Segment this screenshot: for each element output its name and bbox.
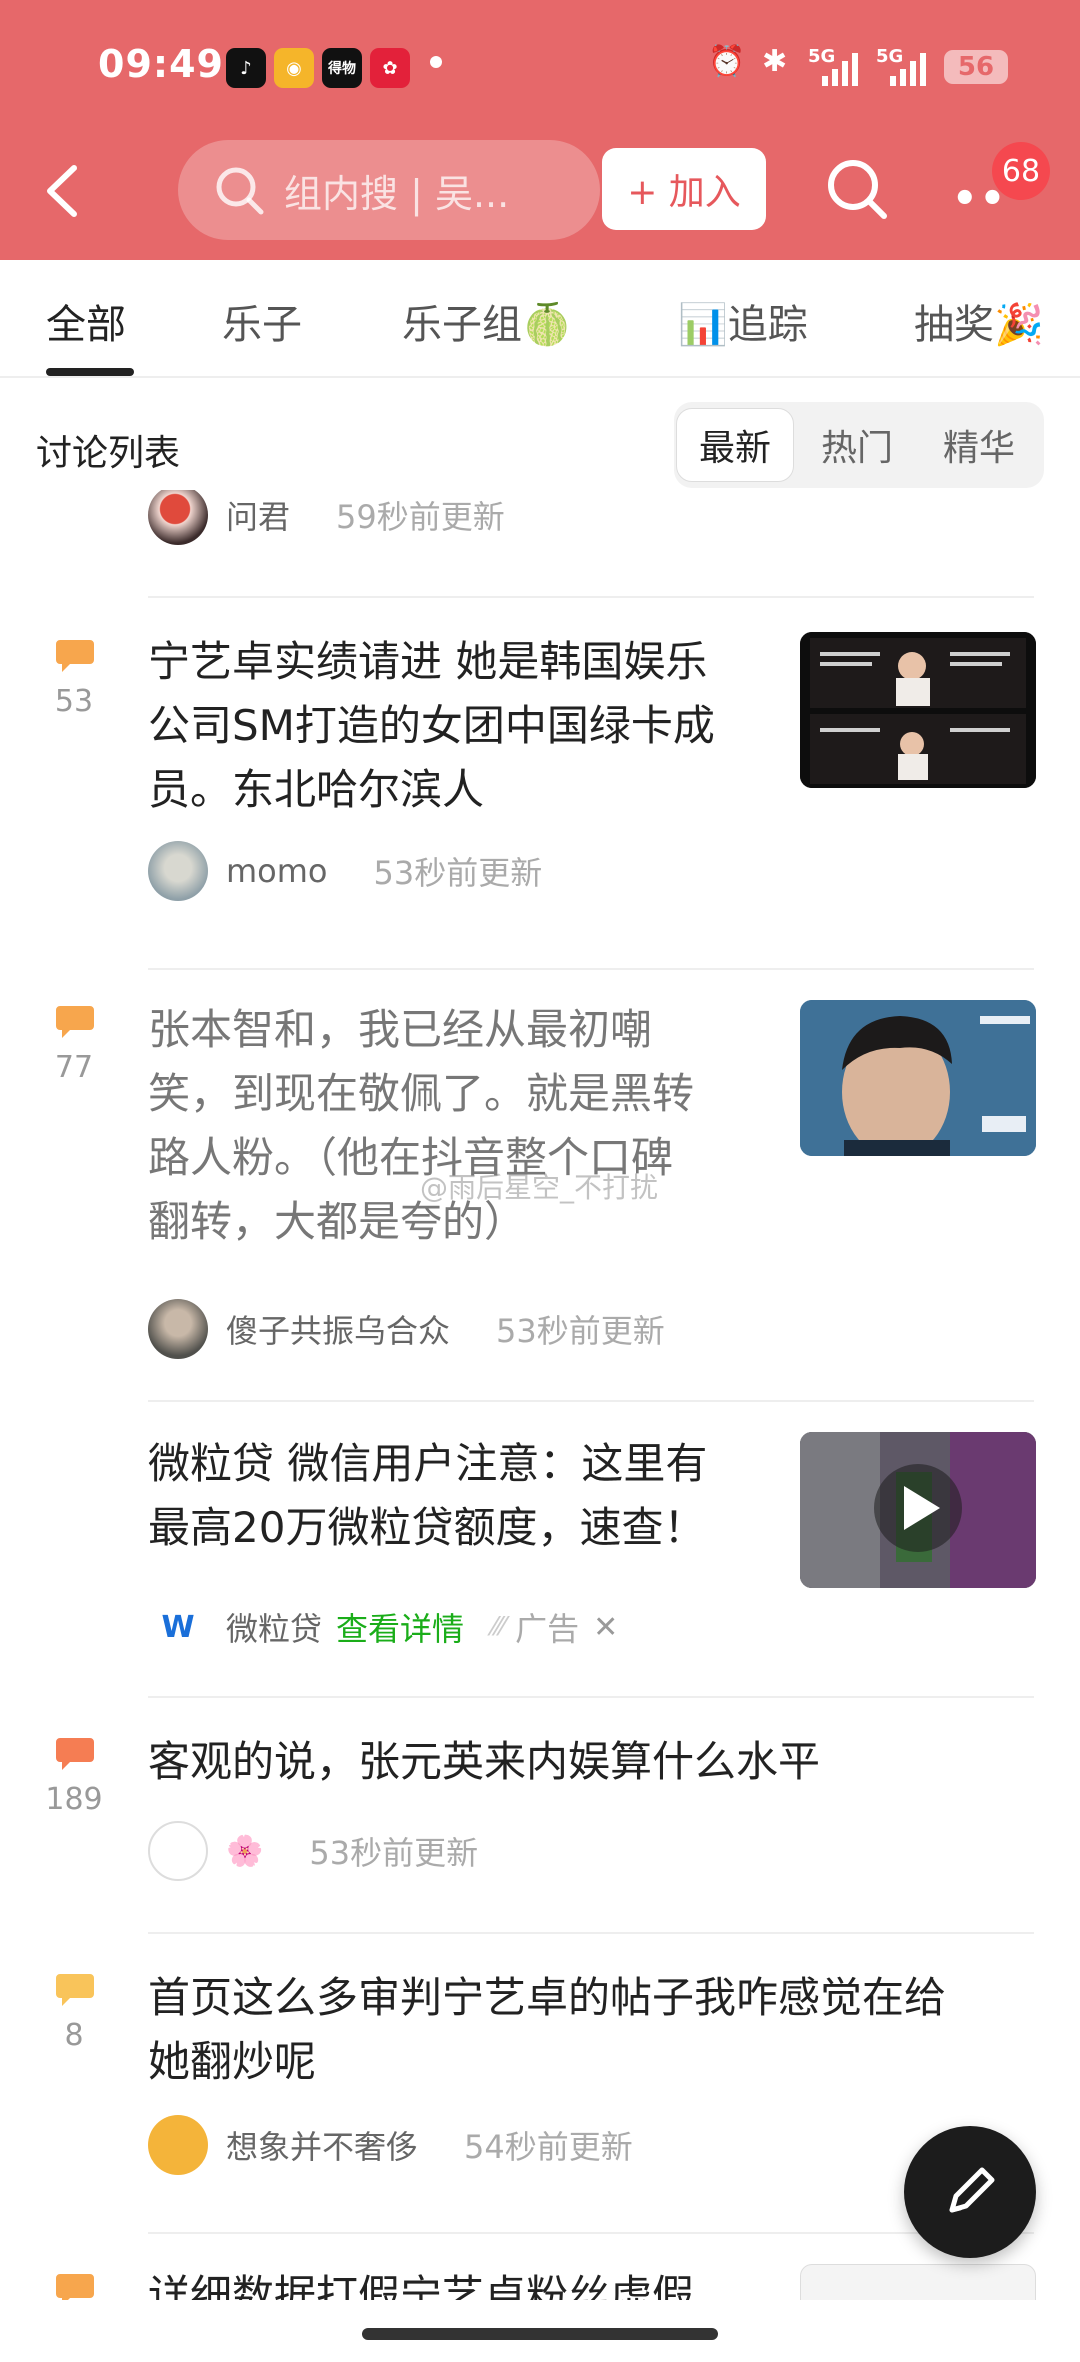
author-name[interactable]: 傻子共振乌合众 (226, 1306, 450, 1352)
sort-hot[interactable]: 热门 (798, 408, 916, 482)
avatar[interactable] (148, 1299, 208, 1359)
tab-lezi-group[interactable]: 乐子组🍈 (402, 292, 572, 350)
tab-lottery[interactable]: 抽奖🎉 (914, 292, 1044, 350)
sort-segmented-control: 最新 热门 精华 (674, 402, 1044, 488)
avatar[interactable] (148, 1821, 208, 1881)
discussion-list-header: 讨论列表 最新 热门 精华 (0, 380, 1080, 490)
comment-icon (56, 640, 94, 672)
status-time: 09:49 (98, 42, 224, 86)
search-icon-button[interactable] (820, 152, 894, 226)
active-tab-indicator (46, 368, 134, 376)
view-details-link[interactable]: 查看详情 (336, 1604, 464, 1650)
update-time: 59秒前更新 (336, 498, 505, 536)
post-title-line: 详细数据打假宁艺卓粉丝虚假 (148, 2271, 695, 2300)
post-title[interactable]: 客观的说，张元英来内娱算什么水平 (148, 1730, 820, 1794)
pinduoduo-app-icon: ✿ (370, 48, 410, 88)
author-name[interactable]: 问君 (226, 492, 290, 538)
sort-featured[interactable]: 精华 (920, 408, 1038, 482)
tab-tracking[interactable]: 📊追踪 (678, 292, 808, 350)
top-header: 09:49 ♪ ◉ 得物 ✿ ⏰ ✱ 5G 5G 56 组内搜 | 吴... +… (0, 0, 1080, 260)
post-title[interactable]: 张本智和，我已经从最初嘲 笑，到现在敬佩了。就是黑转 路人粉。（他在抖音整个口碑… (148, 998, 694, 1254)
compose-post-button[interactable] (904, 2126, 1036, 2258)
post-title-line: 员。东北哈尔滨人 (148, 765, 485, 814)
video-frame-image (800, 1432, 1036, 1588)
comment-count: 77 (54, 1050, 94, 1085)
discussion-list-title: 讨论列表 (36, 433, 181, 474)
post-thumbnail[interactable] (800, 1000, 1036, 1156)
home-indicator[interactable] (362, 2328, 718, 2340)
comment-icon (56, 1738, 94, 1770)
back-arrow-icon[interactable] (30, 156, 100, 226)
ad-mark-icon: ⁄⁄⁄ (492, 1612, 506, 1642)
search-placeholder: 组内搜 | 吴... (284, 171, 510, 216)
author-name[interactable]: 想象并不奢侈 (226, 2122, 418, 2168)
list-item[interactable]: 53 宁艺卓实绩请进 她是韩国娱乐 公司SM打造的女团中国绿卡成 员。东北哈尔滨… (0, 598, 1080, 970)
signal-bars-icon (822, 53, 858, 86)
author-name[interactable]: momo (226, 852, 328, 890)
post-title-line: 宁艺卓实绩请进 她是韩国娱乐 (148, 637, 708, 686)
join-group-button[interactable]: + 加入 (602, 148, 766, 230)
comment-count: 8 (64, 2018, 84, 2053)
comment-icon (56, 2274, 94, 2300)
nav-bar: 组内搜 | 吴... + 加入 •• 68 (0, 130, 1080, 260)
sort-latest[interactable]: 最新 (676, 408, 794, 482)
update-time: 53秒前更新 (309, 1834, 479, 1872)
comment-count: 189 (45, 1782, 103, 1817)
comment-count: 53 (54, 684, 94, 719)
post-title-line: 公司SM打造的女团中国绿卡成 (148, 701, 715, 750)
avatar[interactable] (148, 490, 208, 545)
ad-video-thumbnail[interactable] (800, 1432, 1036, 1588)
tab-all[interactable]: 全部 (46, 292, 126, 350)
video-frame-image (800, 632, 1036, 788)
weilidai-logo-icon: W (148, 1597, 208, 1657)
ad-list-item[interactable]: 微粒贷 微信用户注意：这里有 最高20万微粒贷额度，速查！ W 微粒贷 查看详情… (0, 1402, 1080, 1698)
dewu-app-icon: 得物 (322, 48, 362, 88)
watermark: @雨后星空_不打扰 (420, 1171, 659, 1204)
group-search-input[interactable]: 组内搜 | 吴... (178, 140, 600, 240)
avatar[interactable] (148, 2115, 208, 2175)
author-name[interactable]: 🌸 (226, 1834, 263, 1869)
post-title-line: 张本智和，我已经从最初嘲 (148, 1005, 653, 1054)
list-item-partial[interactable]: 详细数据打假宁艺卓粉丝虚假 (0, 2234, 1080, 2300)
ad-title-line: 最高20万微粒贷额度，速查！ (148, 1503, 706, 1552)
status-bar: 09:49 ♪ ◉ 得物 ✿ ⏰ ✱ 5G 5G 56 (0, 0, 1080, 130)
ad-title-line: 微粒贷 微信用户注意：这里有 (148, 1439, 708, 1488)
post-title-line: 笑，到现在敬佩了。就是黑转 (148, 1069, 695, 1118)
update-time: 54秒前更新 (464, 2128, 633, 2166)
notification-badge[interactable]: 68 (992, 142, 1050, 200)
close-ad-icon[interactable]: ✕ (593, 1610, 618, 1645)
battery-icon: 56 (944, 50, 1008, 84)
comment-icon (56, 1974, 94, 2006)
signal-bars-icon-2 (890, 53, 926, 86)
list-item-partial[interactable]: 问君 59秒前更新 (0, 490, 1080, 600)
player-photo-image (800, 1000, 1036, 1156)
bluetooth-icon: ✱ (762, 44, 788, 79)
notification-dot (430, 56, 442, 68)
post-title-line: 她翻炒呢 (148, 2037, 317, 2086)
post-thumbnail[interactable] (800, 2264, 1036, 2300)
douyin-app-icon: ♪ (226, 48, 266, 88)
discussion-feed[interactable]: 问君 59秒前更新 53 宁艺卓实绩请进 她是韩国娱乐 公司SM打造的女团中国绿… (0, 490, 1080, 2300)
category-tabs: 全部 乐子 乐子组🍈 📊追踪 抽奖🎉 (0, 260, 1080, 378)
post-thumbnail[interactable] (800, 632, 1036, 788)
comment-icon (56, 1006, 94, 1038)
post-title[interactable]: 详细数据打假宁艺卓粉丝虚假 (148, 2264, 694, 2300)
ad-title[interactable]: 微粒贷 微信用户注意：这里有 最高20万微粒贷额度，速查！ (148, 1432, 707, 1560)
pen-icon (949, 2167, 995, 2213)
avatar[interactable] (148, 841, 208, 901)
post-title[interactable]: 宁艺卓实绩请进 她是韩国娱乐 公司SM打造的女团中国绿卡成 员。东北哈尔滨人 (148, 630, 715, 822)
tab-lezi[interactable]: 乐子 (222, 292, 302, 350)
update-time: 53秒前更新 (496, 1312, 665, 1350)
post-title-line: 首页这么多审判宁艺卓的帖子我咋感觉在给 (148, 1973, 947, 2022)
search-icon (216, 167, 264, 215)
post-title[interactable]: 首页这么多审判宁艺卓的帖子我咋感觉在给 她翻炒呢 (148, 1966, 946, 2094)
ad-label: 广告 (515, 1610, 580, 1648)
alarm-icon: ⏰ (708, 44, 746, 79)
list-item[interactable]: 189 客观的说，张元英来内娱算什么水平 🌸 53秒前更新 (0, 1698, 1080, 1934)
post-title-line: 客观的说，张元英来内娱算什么水平 (148, 1737, 821, 1786)
ad-author-name[interactable]: 微粒贷 (226, 1604, 322, 1650)
update-time: 53秒前更新 (373, 854, 543, 892)
weibo-app-icon: ◉ (274, 48, 314, 88)
